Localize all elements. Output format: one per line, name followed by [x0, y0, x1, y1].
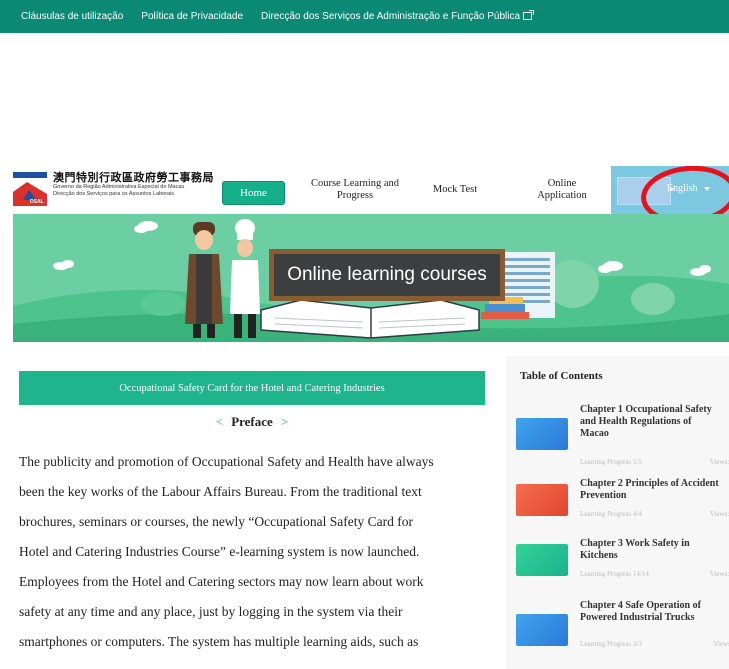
nav-online-application[interactable]: Online Application	[522, 166, 602, 214]
nav-online-application-line1: Online	[547, 178, 577, 189]
chapter-title-line: Chapter 1 Occupational Safety	[580, 404, 712, 415]
nav-mock-test-label: Mock Test	[432, 184, 478, 195]
previous-section-button[interactable]: <	[208, 414, 231, 429]
government-top-bar: Cláusulas de utilização Política de Priv…	[0, 0, 729, 33]
dsal-name-portuguese-2: Direcção dos Serviços para os Assuntos L…	[53, 190, 175, 197]
toc-item-chapter-1[interactable]: Chapter 1 Occupational Safety and Health…	[516, 404, 729, 470]
chapter-title: Chapter 3 Work Safety in Kitchens	[580, 538, 729, 562]
chapter-meta: Learning Progress 3/3 Views: 6	[580, 640, 729, 648]
next-section-button[interactable]: >	[273, 414, 296, 429]
chapter-thumbnail	[516, 484, 568, 516]
nav-course-learning[interactable]: Course Learning and Progress	[305, 166, 405, 214]
table-of-contents: Table of Contents Chapter 1 Occupational…	[506, 356, 729, 669]
dsal-name-chinese: 澳門特別行政區政府勞工事務局	[53, 171, 214, 184]
chapter-title: Chapter 4 Safe Operation of Powered Indu…	[580, 600, 729, 624]
privacy-policy-link[interactable]: Política de Privacidade	[141, 11, 243, 22]
preface-text: The publicity and promotion of Occupatio…	[19, 447, 486, 657]
toc-item-chapter-4[interactable]: Chapter 4 Safe Operation of Powered Indu…	[516, 600, 729, 660]
chapter-title-line: Powered Industrial Trucks	[580, 612, 695, 623]
preface-line: smartphones or computers. The system has…	[19, 634, 419, 649]
chapter-title: Chapter 2 Principles of Accident Prevent…	[580, 478, 729, 502]
preface-line: safety at any time and any place, just b…	[19, 604, 403, 619]
chapter-meta: Learning Progress 5/5 Views: 55	[580, 458, 729, 466]
preface-line: The publicity and promotion of Occupatio…	[19, 454, 434, 469]
safp-link-label: Direcção dos Serviços de Administração e…	[261, 11, 521, 22]
section-navigator: < Preface >	[19, 414, 485, 430]
chapter-title-line: and Health Regulations of	[580, 416, 692, 427]
toc-title: Table of Contents	[520, 370, 603, 382]
section-title: Preface	[231, 414, 273, 429]
view-count: Views: 21	[709, 510, 729, 518]
banner-title: Online learning courses	[269, 249, 505, 301]
view-count: Views: 55	[709, 458, 729, 466]
chapter-meta: Learning Progress 14/14 Views: 10	[580, 570, 729, 578]
learning-progress: Learning Progress 3/3	[580, 640, 642, 648]
terms-of-use-link[interactable]: Cláusulas de utilização	[21, 11, 123, 22]
nav-mock-test[interactable]: Mock Test	[420, 166, 490, 214]
chapter-title-line: Chapter 3 Work Safety in	[580, 538, 690, 549]
chapter-title: Chapter 1 Occupational Safety and Health…	[580, 404, 729, 440]
nav-home-button[interactable]: Home	[222, 181, 285, 205]
nav-course-learning-line1: Course Learning and	[310, 178, 400, 189]
safp-link[interactable]: Direcção dos Serviços de Administração e…	[261, 10, 535, 22]
learning-progress: Learning Progress 5/5	[580, 458, 642, 466]
chapter-title-line: Kitchens	[580, 550, 618, 561]
course-content: Occupational Safety Card for the Hotel a…	[19, 371, 486, 669]
learning-progress: Learning Progress 14/14	[580, 570, 649, 578]
preface-line: been the key works of the Labour Affairs…	[19, 484, 422, 499]
nav-online-application-line2: Application	[537, 190, 587, 201]
toc-item-chapter-2[interactable]: Chapter 2 Principles of Accident Prevent…	[516, 478, 729, 532]
chapter-thumbnail	[516, 614, 568, 646]
view-count: Views: 10	[709, 570, 729, 578]
dsal-logo[interactable]: DSAL 澳門特別行政區政府勞工事務局 Governo da Região Ad…	[13, 172, 223, 206]
external-link-icon	[523, 10, 535, 20]
chapter-title-line: Chapter 4 Safe Operation of	[580, 600, 701, 611]
chapter-title-line: Prevention	[580, 490, 627, 501]
preface-line: Hotel and Catering Industries Course” e-…	[19, 544, 420, 559]
chapter-thumbnail	[516, 544, 568, 576]
dsal-logo-icon: DSAL	[13, 172, 47, 206]
dsal-badge-text: DSAL	[30, 199, 44, 205]
dsal-name-portuguese-1: Governo da Região Administrativa Especia…	[53, 184, 185, 190]
chapter-meta: Learning Progress 4/4 Views: 21	[580, 510, 729, 518]
chapter-thumbnail	[516, 418, 568, 450]
chapter-title-line: Chapter 2 Principles of Accident	[580, 478, 719, 489]
view-count: Views: 6	[713, 640, 729, 648]
preface-line: brochures, seminars or courses, the newl…	[19, 514, 413, 529]
hero-banner: Online learning courses	[13, 214, 729, 342]
toc-item-chapter-3[interactable]: Chapter 3 Work Safety in Kitchens Learni…	[516, 538, 729, 592]
course-site-screenshot: DSAL 澳門特別行政區政府勞工事務局 Governo da Região Ad…	[0, 166, 729, 669]
site-navbar: DSAL 澳門特別行政區政府勞工事務局 Governo da Região Ad…	[0, 166, 729, 214]
learning-progress: Learning Progress 4/4	[580, 510, 642, 518]
course-title-bar: Occupational Safety Card for the Hotel a…	[19, 371, 485, 405]
nav-course-learning-line2: Progress	[336, 190, 374, 201]
preface-line: Employees from the Hotel and Catering se…	[19, 574, 424, 589]
chapter-title-line: Macao	[580, 428, 609, 439]
